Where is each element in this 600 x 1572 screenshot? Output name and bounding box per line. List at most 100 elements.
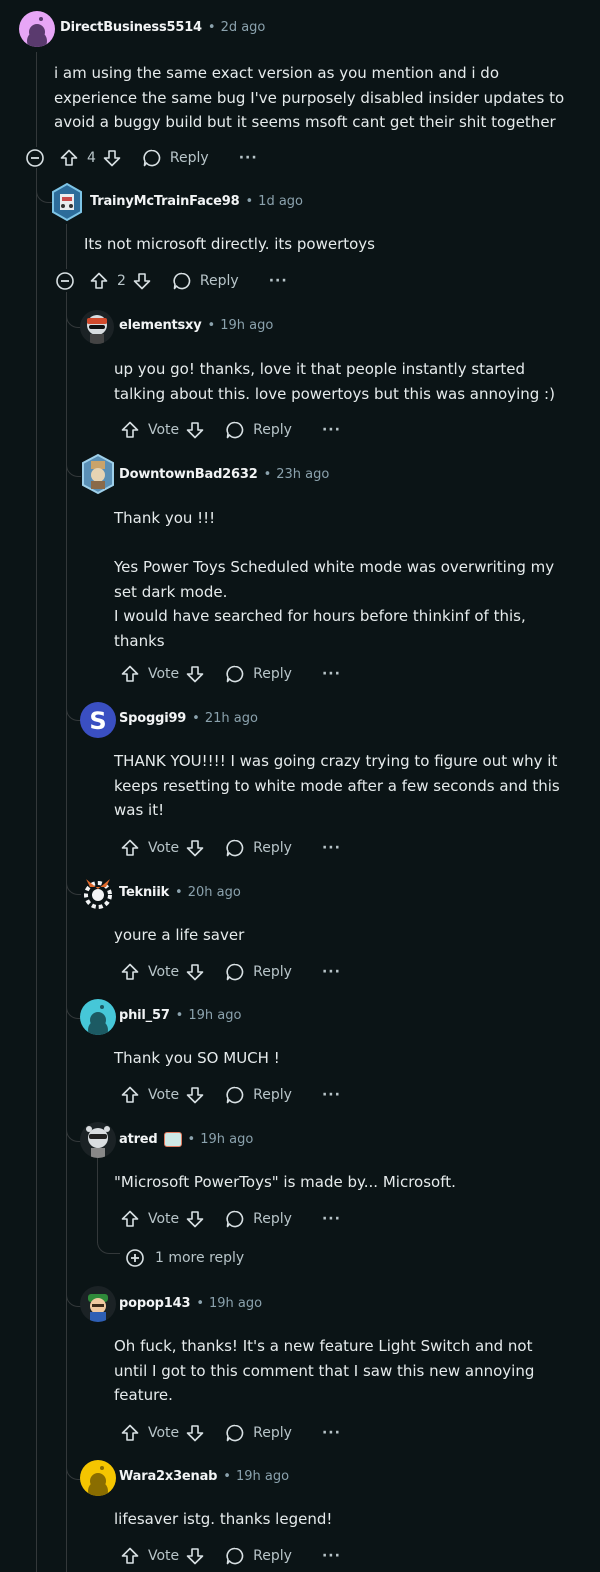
reply-button[interactable]: Reply (225, 420, 292, 440)
more-options-button[interactable]: ··· (322, 1425, 341, 1441)
timestamp[interactable]: 2d ago (208, 20, 266, 35)
avatar[interactable]: S (80, 702, 116, 738)
vote-label: Vote (148, 1087, 180, 1103)
avatar[interactable] (80, 999, 116, 1035)
downvote-icon[interactable] (185, 1546, 205, 1566)
more-options-button[interactable]: ··· (322, 1548, 341, 1564)
downvote-icon[interactable] (185, 838, 205, 858)
comment-bubble-icon (226, 421, 244, 439)
comment-body: Oh fuck, thanks! It's a new feature Ligh… (114, 1337, 535, 1404)
more-options-button[interactable]: ··· (322, 1211, 341, 1227)
comment-actions: 2 Reply ··· (55, 269, 288, 293)
upvote-icon[interactable] (120, 1423, 140, 1443)
comment-body: Thank you SO MUCH ! (114, 1049, 280, 1067)
more-options-button[interactable]: ··· (322, 840, 341, 856)
avatar[interactable] (80, 310, 114, 344)
avatar[interactable] (50, 182, 84, 222)
timestamp[interactable]: 20h ago (175, 885, 241, 900)
comment-actions: Vote Reply ··· (120, 418, 341, 442)
timestamp[interactable]: 23h ago (264, 467, 329, 482)
timestamp[interactable]: 21h ago (192, 711, 258, 726)
timestamp[interactable]: 19h ago (208, 318, 273, 333)
username[interactable]: TrainyMcTrainFace98 (90, 194, 240, 209)
downvote-icon[interactable] (185, 1209, 205, 1229)
more-options-button[interactable]: ··· (322, 1087, 341, 1103)
more-options-button[interactable]: ··· (239, 150, 258, 166)
vote-label: Vote (148, 666, 180, 682)
vote-label: Vote (148, 840, 180, 856)
comment-bubble-icon (226, 839, 244, 857)
comment-bubble-icon (226, 1424, 244, 1442)
downvote-icon[interactable] (185, 1423, 205, 1443)
vote-label: Vote (148, 1548, 180, 1564)
username[interactable]: atred (119, 1132, 158, 1147)
comment-actions: Vote Reply ··· (120, 662, 341, 686)
reply-button[interactable]: Reply (172, 271, 239, 291)
more-replies-button[interactable]: 1 more reply (125, 1248, 244, 1268)
username[interactable]: phil_57 (119, 1008, 170, 1023)
avatar[interactable] (80, 1460, 116, 1496)
downvote-icon[interactable] (185, 1085, 205, 1105)
downvote-icon[interactable] (185, 420, 205, 440)
comment-body: lifesaver istg. thanks legend! (114, 1510, 333, 1528)
comment-bubble-icon (226, 665, 244, 683)
reply-button[interactable]: Reply (225, 1423, 292, 1443)
avatar[interactable] (19, 11, 55, 47)
comment-bubble-icon (173, 272, 191, 290)
vote-count: 4 (87, 150, 96, 166)
reply-button[interactable]: Reply (225, 1546, 292, 1566)
avatar[interactable] (80, 1286, 116, 1322)
reply-button[interactable]: Reply (225, 962, 292, 982)
comment-bubble-icon (226, 1547, 244, 1565)
downvote-icon[interactable] (132, 271, 152, 291)
collapse-icon[interactable] (55, 271, 75, 291)
timestamp[interactable]: 19h ago (188, 1132, 253, 1147)
more-options-button[interactable]: ··· (322, 422, 341, 438)
timestamp[interactable]: 19h ago (196, 1296, 262, 1311)
vote-label: Vote (148, 1425, 180, 1441)
upvote-icon[interactable] (89, 271, 109, 291)
more-options-button[interactable]: ··· (269, 273, 288, 289)
more-options-button[interactable]: ··· (322, 666, 341, 682)
reply-button[interactable]: Reply (225, 838, 292, 858)
comment-actions: Vote Reply ··· (120, 836, 341, 860)
username[interactable]: Spoggi99 (119, 711, 186, 726)
upvote-icon[interactable] (120, 838, 140, 858)
timestamp[interactable]: 19h ago (176, 1008, 241, 1023)
reply-button[interactable]: Reply (225, 1209, 292, 1229)
collapse-icon[interactable] (25, 148, 45, 168)
upvote-icon[interactable] (120, 664, 140, 684)
upvote-icon[interactable] (59, 148, 79, 168)
upvote-icon[interactable] (120, 962, 140, 982)
more-options-button[interactable]: ··· (322, 964, 341, 980)
downvote-icon[interactable] (102, 148, 122, 168)
comment-bubble-icon (226, 963, 244, 981)
username[interactable]: popop143 (119, 1296, 191, 1311)
username[interactable]: Tekniik (119, 885, 169, 900)
username[interactable]: DowntownBad2632 (119, 467, 258, 482)
svg-text:S: S (89, 707, 106, 735)
comment-actions: Vote Reply ··· (120, 960, 341, 984)
comment-body: up you go! thanks, love it that people i… (114, 360, 555, 403)
upvote-icon[interactable] (120, 1209, 140, 1229)
avatar[interactable] (80, 875, 116, 911)
upvote-icon[interactable] (120, 1085, 140, 1105)
timestamp[interactable]: 1d ago (246, 194, 303, 209)
reply-button[interactable]: Reply (225, 1085, 292, 1105)
comment-body: Its not microsoft directly. its powertoy… (84, 235, 375, 253)
avatar[interactable] (80, 453, 116, 495)
timestamp[interactable]: 19h ago (223, 1469, 289, 1484)
reply-button[interactable]: Reply (142, 148, 209, 168)
username[interactable]: DirectBusiness5514 (60, 20, 202, 35)
downvote-icon[interactable] (185, 962, 205, 982)
upvote-icon[interactable] (120, 1546, 140, 1566)
vote-label: Vote (148, 422, 180, 438)
upvote-icon[interactable] (120, 420, 140, 440)
comment-actions: Vote Reply ··· (120, 1421, 341, 1445)
avatar[interactable] (80, 1122, 116, 1158)
downvote-icon[interactable] (185, 664, 205, 684)
username[interactable]: Wara2x3enab (119, 1469, 217, 1484)
reply-button[interactable]: Reply (225, 664, 292, 684)
username[interactable]: elementsxy (119, 318, 202, 333)
comment-body: youre a life saver (114, 926, 245, 944)
